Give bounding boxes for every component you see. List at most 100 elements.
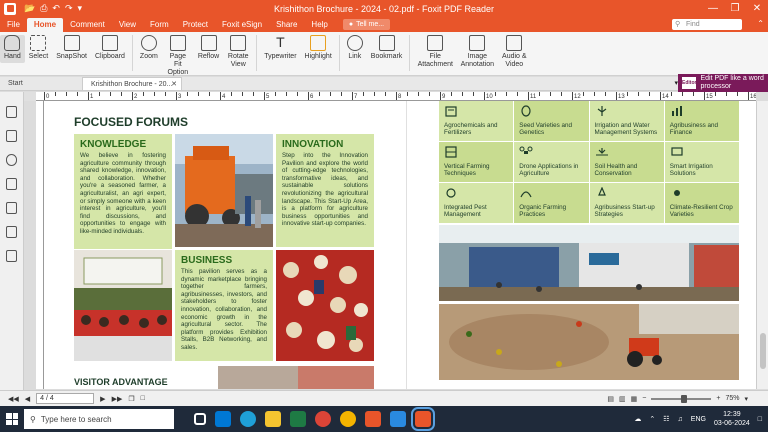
close-button[interactable]: ✕	[746, 0, 768, 17]
tab-view[interactable]: View	[112, 18, 143, 32]
tab-start[interactable]: Start	[0, 77, 82, 90]
network-icon[interactable]: ☷	[663, 415, 669, 423]
security-icon[interactable]	[6, 226, 17, 238]
knowledge-heading: KNOWLEDGE	[80, 139, 147, 150]
windows-store-icon[interactable]	[215, 411, 231, 427]
tab-document[interactable]: Krishithon Brochure - 20... ✕	[82, 77, 182, 90]
two-page-icon[interactable]: ❐	[128, 395, 134, 403]
scrollbar-thumb[interactable]	[760, 333, 766, 369]
tell-me-box[interactable]: ● Tell me...	[342, 19, 391, 30]
rotate-view-button[interactable]: Rotate View	[223, 35, 253, 69]
layers-icon[interactable]	[6, 178, 17, 190]
taskbar-search[interactable]: ⚲ Type here to search	[24, 409, 174, 429]
bookmark-button[interactable]: Bookmark	[367, 35, 407, 61]
facing-icon[interactable]: ▥	[619, 395, 626, 403]
zoom-level[interactable]: 75%	[725, 395, 739, 402]
page-number-input[interactable]: 4 / 4	[36, 393, 95, 404]
vscode-icon[interactable]	[390, 411, 406, 427]
ruler-minor-tick	[253, 92, 254, 96]
start-button[interactable]	[0, 406, 24, 432]
foxit-taskbar-icon[interactable]	[411, 407, 435, 431]
language-indicator[interactable]: ENG	[691, 416, 706, 423]
volume-icon[interactable]: ♫	[678, 416, 683, 423]
find-input[interactable]: ⚲ Find	[672, 19, 742, 30]
comments-icon[interactable]	[6, 154, 17, 166]
task-view-icon[interactable]	[194, 413, 206, 425]
tab-comment[interactable]: Comment	[63, 18, 112, 32]
smart-irrigation-icon	[671, 147, 683, 156]
highlight-button[interactable]: Highlight	[301, 35, 336, 61]
ribbon-collapse-icon[interactable]: ⌃	[757, 19, 764, 28]
ruler-minor-tick	[363, 92, 364, 96]
page-fit-button[interactable]: Page Fit Option	[162, 35, 194, 77]
view-mode-icon[interactable]: ▤	[607, 395, 614, 403]
snapshot-button[interactable]: SnapShot	[52, 35, 91, 61]
tab-help[interactable]: Help	[304, 18, 334, 32]
ruler-minor-tick	[198, 92, 199, 96]
hand-button[interactable]: Hand	[0, 35, 25, 63]
zoom-dropdown-icon[interactable]: ▾	[744, 395, 748, 403]
tab-protect[interactable]: Protect	[176, 18, 215, 32]
customize-icon[interactable]: ▾	[78, 3, 83, 14]
file-explorer-icon[interactable]	[265, 411, 281, 427]
zoom-slider[interactable]	[651, 394, 712, 403]
edge-icon[interactable]	[240, 411, 256, 427]
title-bar: 📂 ⎙ ↶ ↷ ▾ Krishithon Brochure - 2024 - 0…	[0, 0, 768, 17]
prev-page-icon[interactable]: ◀	[25, 395, 30, 403]
minimize-button[interactable]: —	[702, 0, 724, 17]
audio-video-button[interactable]: Audio & Video	[497, 35, 531, 69]
close-tab-icon[interactable]: ✕	[171, 78, 177, 91]
file-attachment-button[interactable]: File Attachment	[413, 35, 457, 69]
zoom-in-icon[interactable]: +	[716, 395, 720, 402]
topic-cell: Organic Farming Practices	[514, 183, 589, 223]
document-viewport[interactable]: FOCUSED FORUMS KNOWLEDGE We believe in f…	[44, 101, 756, 389]
select-button[interactable]: Select	[25, 35, 52, 61]
pages-icon[interactable]	[6, 130, 17, 142]
last-page-icon[interactable]: ▶▶	[112, 395, 123, 403]
status-bar: ◀◀ ◀ 4 / 4 ▶ ▶▶ ❐ □ ▤ ▥ ▦ − + 75% ▾	[0, 390, 768, 406]
next-page-icon[interactable]: ▶	[100, 395, 105, 403]
undo-icon[interactable]: ↶	[52, 3, 60, 14]
zoom-out-icon[interactable]: −	[642, 395, 646, 402]
editor-promo-banner[interactable]: Editor Edit PDF like a word processor	[678, 74, 768, 92]
clock[interactable]: 12:39 03-06-2024	[714, 410, 750, 428]
ruler-minor-tick	[385, 92, 386, 96]
ruler-minor-tick	[594, 92, 595, 96]
ruler-minor-tick	[495, 92, 496, 96]
first-page-icon[interactable]: ◀◀	[8, 395, 19, 403]
app-orange-icon[interactable]	[365, 411, 381, 427]
tab-share[interactable]: Share	[269, 18, 304, 32]
business-text: This pavilion serves as a dynamic market…	[181, 268, 267, 351]
ruler-minor-tick	[209, 92, 210, 96]
ruler-minor-tick	[319, 92, 320, 96]
open-icon[interactable]: 📂	[24, 3, 35, 14]
signature-icon[interactable]	[6, 250, 17, 262]
attachments-icon[interactable]	[6, 202, 17, 214]
excel-icon[interactable]	[290, 411, 306, 427]
redo-icon[interactable]: ↷	[65, 3, 73, 14]
bookmarks-icon[interactable]	[6, 106, 17, 118]
vertical-scrollbar[interactable]	[756, 101, 768, 389]
chrome-icon[interactable]	[315, 411, 331, 427]
visitor-photo	[218, 366, 374, 389]
weather-icon[interactable]: ☁	[634, 415, 641, 423]
clipboard-button[interactable]: Clipboard	[91, 35, 129, 61]
continuous-icon[interactable]: ▦	[631, 395, 638, 403]
tab-home[interactable]: Home	[26, 18, 64, 32]
tab-foxit-esign[interactable]: Foxit eSign	[215, 18, 269, 32]
link-button[interactable]: Link	[343, 35, 367, 61]
typewriter-button[interactable]: T Typewriter	[260, 35, 300, 61]
chrome-profile-icon[interactable]	[340, 411, 356, 427]
tab-form[interactable]: Form	[143, 18, 176, 32]
tray-chevron-icon[interactable]: ⌃	[649, 415, 655, 423]
print-icon[interactable]: ⎙	[40, 3, 47, 14]
zoom-button[interactable]: Zoom	[136, 35, 162, 61]
image-annotation-button[interactable]: Image Annotation	[457, 35, 497, 69]
maximize-button[interactable]: ❐	[724, 0, 746, 17]
vertical-ruler	[36, 101, 44, 389]
zoom-slider-knob[interactable]	[681, 394, 688, 403]
single-page-icon[interactable]: □	[141, 395, 145, 402]
notification-icon[interactable]: □	[758, 416, 762, 423]
reflow-button[interactable]: Reflow	[194, 35, 223, 61]
tab-file[interactable]: File	[0, 18, 27, 32]
